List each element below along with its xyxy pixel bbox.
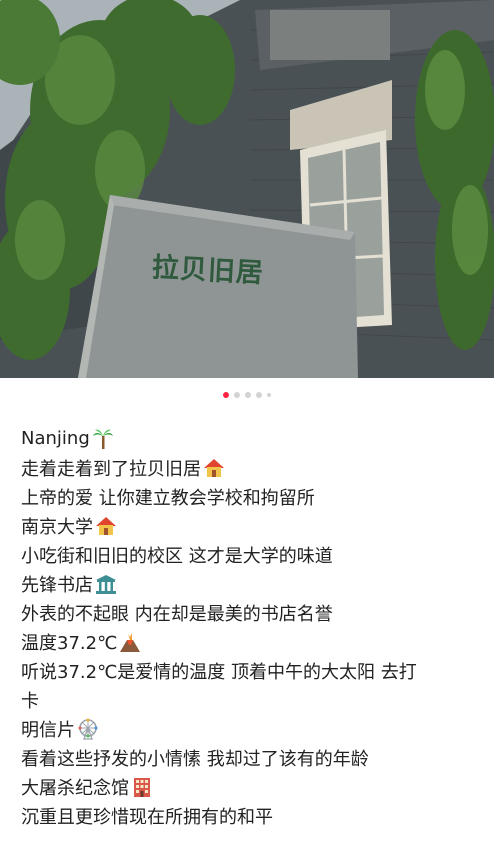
post-line: 南京大学: [21, 511, 481, 540]
palm-tree-icon: [92, 428, 114, 450]
carousel-dot[interactable]: [256, 392, 262, 398]
ferris-wheel-icon: [77, 718, 99, 740]
post-line-text: 上帝的爱 让你建立教会学校和拘留所: [21, 487, 315, 509]
post-line: 先锋书店: [21, 569, 481, 598]
post-line: 外表的不起眼 内在却是最美的书店名誉: [21, 598, 481, 627]
post-line: 看着这些抒发的小情愫 我却过了该有的年龄: [21, 743, 481, 772]
office-building-icon: [131, 776, 153, 798]
post-line-text: 先锋书店: [21, 574, 93, 596]
photo-illustration: [0, 0, 494, 378]
post-line-text: 明信片: [21, 719, 75, 741]
carousel-indicator: [0, 390, 494, 400]
post-line: Nanjing: [21, 424, 481, 453]
carousel-dot[interactable]: [245, 392, 251, 398]
post-line: 卡: [21, 685, 481, 714]
post-line-text: 大屠杀纪念馆: [21, 777, 129, 799]
post-line-text: 卡: [21, 690, 39, 712]
post-line-text: 走着走着到了拉贝旧居: [21, 458, 201, 480]
post-line-text: 外表的不起眼 内在却是最美的书店名誉: [21, 603, 333, 625]
house-icon: [95, 515, 117, 537]
post-line-text: Nanjing: [21, 428, 90, 449]
post-line-text: 南京大学: [21, 516, 93, 538]
carousel-dot[interactable]: [267, 393, 271, 397]
post-line: 上帝的爱 让你建立教会学校和拘留所: [21, 482, 481, 511]
post-line-text: 听说37.2℃是爱情的温度 顶着中午的大太阳 去打: [21, 661, 417, 683]
carousel-dot-active[interactable]: [223, 392, 229, 398]
house-icon: [203, 457, 225, 479]
post-page: 拉贝旧居 Nanjing 走着走着到了拉贝旧居 上帝的爱 让你建立教会学校和拘留…: [0, 0, 494, 848]
post-line: 明信片: [21, 714, 481, 743]
post-line: 温度37.2℃: [21, 627, 481, 656]
post-line-text: 看着这些抒发的小情愫 我却过了该有的年龄: [21, 748, 369, 770]
volcano-icon: [119, 631, 141, 653]
post-photo[interactable]: 拉贝旧居: [0, 0, 494, 378]
post-line: 小吃街和旧旧的校区 这才是大学的味道: [21, 540, 481, 569]
post-body: Nanjing 走着走着到了拉贝旧居 上帝的爱 让你建立教会学校和拘留所 南京大…: [21, 424, 481, 830]
carousel-dot[interactable]: [234, 392, 240, 398]
post-line-text: 温度37.2℃: [21, 632, 118, 654]
classical-building-icon: [95, 573, 117, 595]
post-line: 大屠杀纪念馆: [21, 772, 481, 801]
post-line-text: 小吃街和旧旧的校区 这才是大学的味道: [21, 545, 333, 567]
post-line-text: 沉重且更珍惜现在所拥有的和平: [21, 806, 273, 828]
post-line: 听说37.2℃是爱情的温度 顶着中午的大太阳 去打: [21, 656, 481, 685]
post-line: 沉重且更珍惜现在所拥有的和平: [21, 801, 481, 830]
post-line: 走着走着到了拉贝旧居: [21, 453, 481, 482]
